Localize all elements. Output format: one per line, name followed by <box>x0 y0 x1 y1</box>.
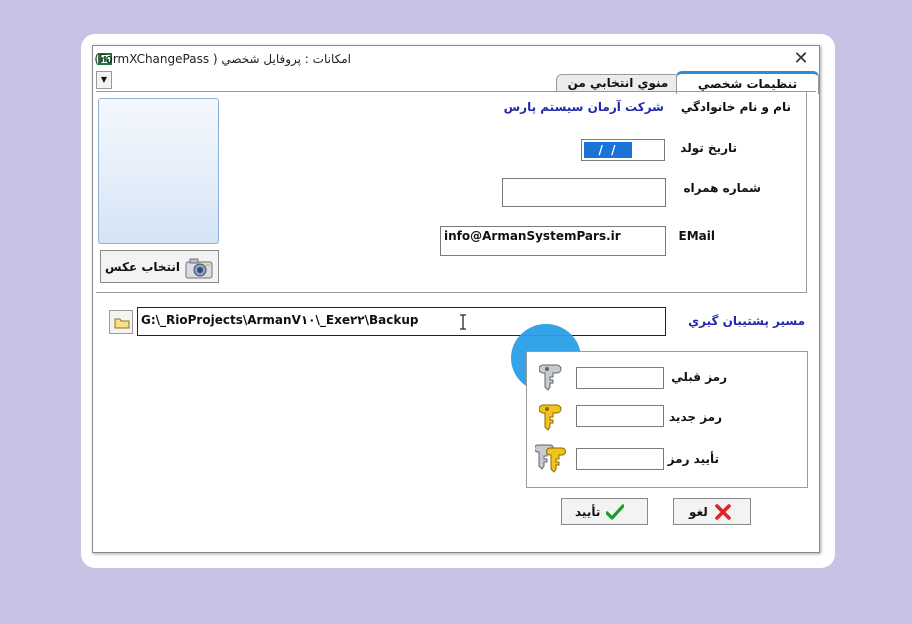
panel-border <box>96 292 807 293</box>
confirm-password-input[interactable] <box>576 448 664 470</box>
choose-photo-label: انتخاب عكس <box>105 260 181 274</box>
camera-icon <box>185 258 213 279</box>
old-password-input[interactable] <box>576 367 664 389</box>
close-icon: ✕ <box>793 48 809 69</box>
folder-icon <box>114 318 130 329</box>
email-label: EMail <box>678 229 715 243</box>
key-gray-icon <box>539 364 562 391</box>
mobile-field[interactable] <box>502 178 666 207</box>
cancel-button-label: لغو <box>689 505 708 519</box>
panel-border <box>806 92 807 292</box>
confirm-button[interactable]: تأييد <box>561 498 648 525</box>
choose-photo-button[interactable]: انتخاب عكس <box>100 250 219 283</box>
key-gold-icon <box>539 404 562 431</box>
system-menu-dropdown[interactable]: ▼ <box>96 71 112 89</box>
birthdate-value: / / <box>584 142 632 158</box>
chevron-down-icon: ▼ <box>100 75 108 84</box>
tab-my-menu[interactable]: منوي انتخابي من <box>556 74 680 92</box>
backup-path-field[interactable]: G:\_RioProjects\ArmanV۱۰\_Exe۲۲\Backup <box>137 307 666 336</box>
birthdate-field[interactable]: / / <box>581 139 665 161</box>
fullname-label: نام و نام خانوادگي <box>680 100 791 114</box>
email-field[interactable]: info@ArmanSystemPars.ir <box>440 226 666 256</box>
new-password-label: رمز جديد <box>669 410 722 424</box>
change-password-window: امكانات : پروفايل شخصي ( FormXChangePass… <box>92 45 820 553</box>
window-title: امكانات : پروفايل شخصي ( FormXChangePass… <box>94 52 351 66</box>
fullname-value: شركت آرمان سيستم پارس <box>503 100 664 114</box>
birthdate-label: تاريخ تولد <box>680 141 737 155</box>
profile-photo <box>98 98 219 244</box>
new-password-input[interactable] <box>576 405 664 427</box>
confirm-button-label: تأييد <box>575 505 601 519</box>
close-button[interactable]: ✕ <box>791 50 811 70</box>
old-password-label: رمز قبلي <box>671 370 727 384</box>
confirm-password-label: تأييد رمز <box>667 452 719 466</box>
backup-path-label: مسير پشتيبان گيري <box>688 314 805 328</box>
x-icon <box>715 504 731 520</box>
text-cursor-icon <box>460 314 466 330</box>
tab-divider <box>96 91 816 92</box>
mobile-label: شماره همراه <box>683 181 761 195</box>
keys-pair-icon <box>535 444 566 473</box>
check-icon <box>606 504 624 520</box>
password-group: رمز قبلي رمز جديد تأييد رمز <box>526 351 808 488</box>
browse-folder-button[interactable] <box>109 310 133 334</box>
cancel-button[interactable]: لغو <box>673 498 751 525</box>
